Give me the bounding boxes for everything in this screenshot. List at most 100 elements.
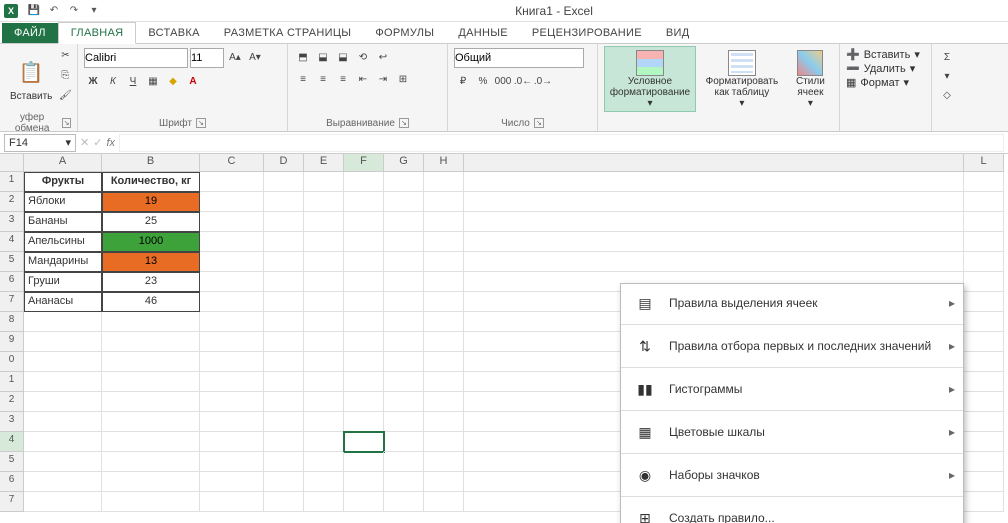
cell[interactable] [200, 292, 264, 312]
cell[interactable] [264, 272, 304, 292]
cell[interactable] [384, 332, 424, 352]
cell[interactable] [304, 432, 344, 452]
cell[interactable] [384, 432, 424, 452]
cell[interactable] [200, 372, 264, 392]
cell[interactable] [424, 192, 464, 212]
align-bottom-button[interactable]: ⬓ [334, 48, 352, 66]
col-header-l[interactable]: L [964, 154, 1004, 172]
cell[interactable] [464, 252, 964, 272]
cell[interactable] [424, 372, 464, 392]
tab-formulas[interactable]: ФОРМУЛЫ [363, 23, 446, 43]
cell[interactable] [964, 372, 1004, 392]
increase-decimal-button[interactable]: .0← [514, 72, 532, 90]
cell[interactable]: Бананы [24, 212, 102, 232]
cell[interactable] [344, 412, 384, 432]
cell[interactable] [424, 452, 464, 472]
font-name-combo[interactable] [84, 48, 188, 68]
row-header[interactable]: 5 [0, 252, 24, 272]
cell[interactable] [200, 472, 264, 492]
cell[interactable] [304, 272, 344, 292]
cell[interactable]: 25 [102, 212, 200, 232]
cell[interactable] [102, 432, 200, 452]
increase-indent-button[interactable]: ⇥ [374, 70, 392, 88]
cell[interactable] [102, 352, 200, 372]
cell[interactable] [344, 392, 384, 412]
format-as-table-button[interactable]: Форматировать как таблицу ▾ [696, 46, 788, 112]
cell[interactable]: Фрукты [24, 172, 102, 192]
underline-button[interactable]: Ч [124, 72, 142, 90]
cf-top-bottom-rules[interactable]: ⇅ Правила отбора первых и последних знач… [621, 327, 963, 365]
font-dialog-icon[interactable]: ↘ [196, 118, 206, 128]
decrease-indent-button[interactable]: ⇤ [354, 70, 372, 88]
format-painter-button[interactable]: 🖌 [56, 86, 74, 104]
clear-button[interactable]: ◇ [938, 86, 956, 104]
cf-data-bars[interactable]: ▮▮ Гистограммы ▸ [621, 370, 963, 408]
cell[interactable] [200, 192, 264, 212]
cell[interactable] [304, 492, 344, 512]
clipboard-dialog-icon[interactable]: ↘ [62, 118, 71, 128]
cell[interactable] [200, 232, 264, 252]
name-box[interactable]: F14▾ [4, 134, 76, 152]
cell[interactable] [102, 312, 200, 332]
cell[interactable] [964, 452, 1004, 472]
col-header-c[interactable]: C [200, 154, 264, 172]
cell[interactable] [424, 272, 464, 292]
row-header[interactable]: 7 [0, 292, 24, 312]
cell[interactable] [464, 232, 964, 252]
cell[interactable] [464, 212, 964, 232]
cell[interactable] [264, 472, 304, 492]
cell[interactable] [384, 372, 424, 392]
cell[interactable] [344, 492, 384, 512]
cf-new-rule[interactable]: ⊞ Создать правило... [621, 499, 963, 523]
cell[interactable] [964, 232, 1004, 252]
cell[interactable]: Количество, кг [102, 172, 200, 192]
cell[interactable] [24, 412, 102, 432]
cell[interactable] [304, 332, 344, 352]
cell[interactable] [424, 232, 464, 252]
cf-color-scales[interactable]: ▦ Цветовые шкалы ▸ [621, 413, 963, 451]
qat-undo[interactable]: ↶ [46, 3, 62, 19]
row-header[interactable]: 5 [0, 452, 24, 472]
cell[interactable] [304, 292, 344, 312]
cell[interactable] [264, 172, 304, 192]
cell[interactable] [24, 372, 102, 392]
tab-view[interactable]: ВИД [654, 23, 702, 43]
cell[interactable]: 1000 [102, 232, 200, 252]
col-header-b[interactable]: B [102, 154, 200, 172]
cell[interactable] [964, 252, 1004, 272]
paste-button[interactable]: 📋 Вставить [6, 46, 56, 112]
cell[interactable] [384, 172, 424, 192]
cell[interactable] [304, 372, 344, 392]
cell[interactable] [24, 432, 102, 452]
col-header-h[interactable]: H [424, 154, 464, 172]
cell[interactable] [200, 312, 264, 332]
cell[interactable] [102, 412, 200, 432]
cell[interactable] [304, 232, 344, 252]
cell[interactable] [24, 352, 102, 372]
cell[interactable] [384, 352, 424, 372]
cell[interactable] [24, 472, 102, 492]
cell[interactable] [384, 472, 424, 492]
formula-input[interactable] [119, 134, 1004, 152]
format-cells-button[interactable]: ▦Формат ▾ [846, 76, 909, 89]
cut-button[interactable]: ✂ [56, 46, 74, 64]
cell[interactable] [200, 412, 264, 432]
col-header-a[interactable]: A [24, 154, 102, 172]
accounting-button[interactable]: ₽ [454, 72, 472, 90]
cell[interactable] [200, 332, 264, 352]
cell[interactable] [344, 172, 384, 192]
cell[interactable] [102, 492, 200, 512]
cell[interactable] [304, 212, 344, 232]
cell[interactable] [344, 292, 384, 312]
cell[interactable] [424, 252, 464, 272]
cell[interactable] [384, 412, 424, 432]
cell[interactable] [964, 332, 1004, 352]
tab-file[interactable]: ФАЙЛ [2, 23, 58, 43]
cell[interactable] [964, 192, 1004, 212]
cell[interactable] [102, 332, 200, 352]
cell[interactable] [424, 392, 464, 412]
delete-cells-button[interactable]: ➖Удалить ▾ [846, 62, 915, 75]
cell[interactable] [344, 212, 384, 232]
row-header[interactable]: 6 [0, 472, 24, 492]
row-header[interactable]: 3 [0, 212, 24, 232]
